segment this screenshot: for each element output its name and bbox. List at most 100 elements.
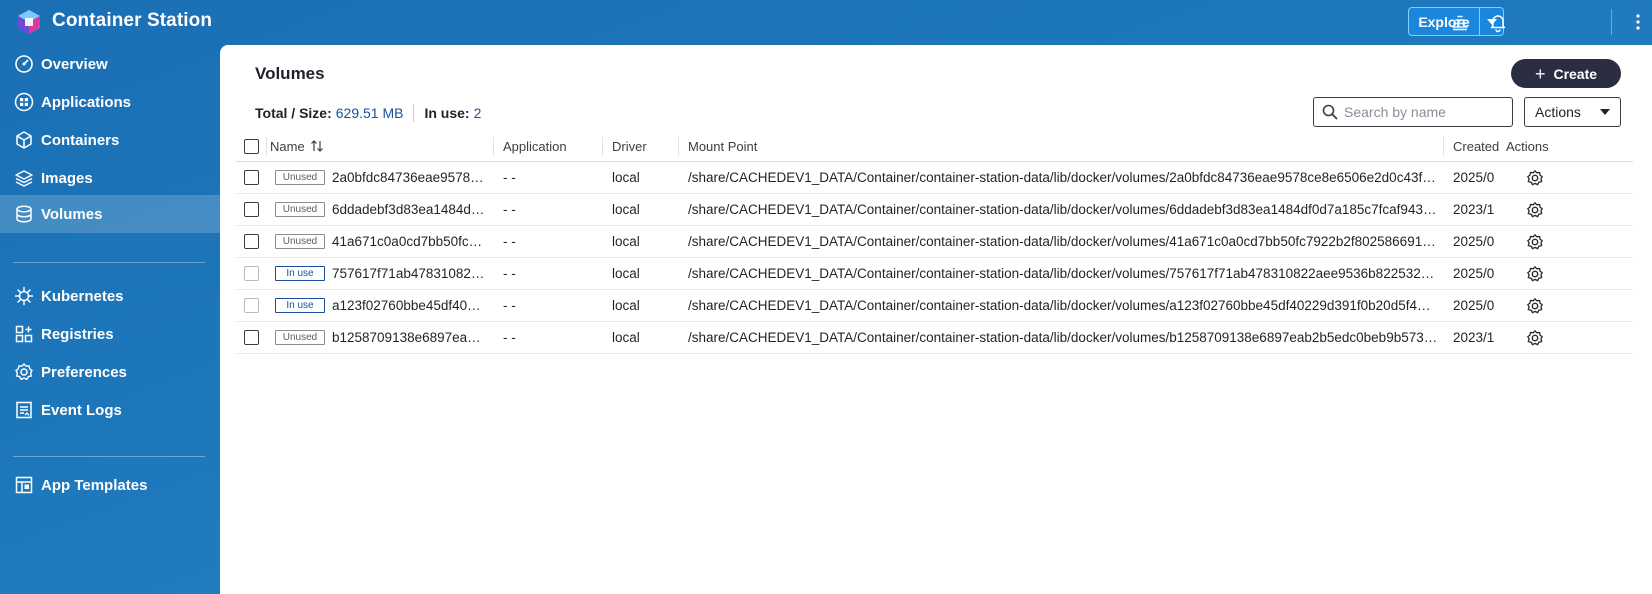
applications-icon <box>14 92 34 112</box>
row-checkbox[interactable] <box>243 234 259 249</box>
volume-name[interactable]: b1258709138e6897eab… <box>332 330 487 345</box>
search-input[interactable] <box>1344 104 1504 120</box>
row-checkbox[interactable] <box>243 298 259 313</box>
create-button[interactable]: + Create <box>1511 59 1621 88</box>
created-cell: 2023/1 <box>1453 330 1495 345</box>
application-cell: - - <box>503 170 516 185</box>
status-badge: In use <box>275 298 325 313</box>
sidebar-item-label: Kubernetes <box>41 287 124 305</box>
driver-cell: local <box>612 266 640 281</box>
volume-name[interactable]: 2a0bfdc84736eae9578… <box>332 170 484 185</box>
sidebar-item-label: Images <box>41 169 93 187</box>
created-cell: 2023/1 <box>1453 202 1495 217</box>
table-row[interactable]: Unused 2a0bfdc84736eae9578… - - local /s… <box>236 162 1633 194</box>
sidebar-item-applications[interactable]: Applications <box>0 83 220 121</box>
sidebar-item-label: Overview <box>41 55 108 73</box>
helm-icon <box>14 286 34 306</box>
sort-icon[interactable] <box>310 140 324 152</box>
application-cell: - - <box>503 202 516 217</box>
in-use-value: 2 <box>473 105 482 121</box>
sidebar-item-overview[interactable]: Overview <box>0 45 220 83</box>
application-cell: - - <box>503 234 516 249</box>
mount-point-cell: /share/CACHEDEV1_DATA/Container/containe… <box>688 298 1431 313</box>
database-icon <box>14 204 34 224</box>
created-cell: 2025/0 <box>1453 170 1495 185</box>
driver-cell: local <box>612 234 640 249</box>
sidebar: Overview Applications Containers Images … <box>0 44 220 594</box>
driver-cell: local <box>612 170 640 185</box>
search-box[interactable] <box>1313 97 1513 127</box>
app-title: Container Station <box>52 10 213 31</box>
cube-icon <box>14 130 34 150</box>
status-badge: Unused <box>275 202 325 217</box>
sidebar-item-images[interactable]: Images <box>0 159 220 197</box>
sidebar-item-preferences[interactable]: Preferences <box>0 353 220 391</box>
driver-cell: local <box>612 330 640 345</box>
table-row[interactable]: Unused 41a671c0a0cd7bb50fc… - - local /s… <box>236 226 1633 258</box>
table-header: Name Application Driver Mount Point Crea… <box>236 131 1633 162</box>
sidebar-item-label: Event Logs <box>41 401 122 419</box>
table-row[interactable]: In use a123f02760bbe45df402… - - local /… <box>236 290 1633 322</box>
more-options-icon[interactable] <box>1627 11 1649 33</box>
total-size-value: 629.51 MB <box>335 105 404 121</box>
in-use-label: In use: <box>424 105 470 121</box>
total-size-label: Total / Size: <box>255 105 332 121</box>
container-station-logo <box>18 10 40 34</box>
sidebar-item-label: Applications <box>41 93 132 111</box>
table-row[interactable]: Unused b1258709138e6897eab… - - local /s… <box>236 322 1633 354</box>
volume-name[interactable]: 757617f71ab47831082… <box>332 266 484 281</box>
table-row[interactable]: Unused 6ddadebf3d83ea1484df… - - local /… <box>236 194 1633 226</box>
sidebar-item-app-templates[interactable]: App Templates <box>0 466 220 504</box>
column-header-application[interactable]: Application <box>503 131 603 161</box>
column-header-created[interactable]: Created <box>1453 131 1501 161</box>
actions-dropdown[interactable]: Actions <box>1524 97 1621 127</box>
status-badge: Unused <box>275 170 325 185</box>
application-cell: - - <box>503 330 516 345</box>
log-icon <box>14 400 34 420</box>
status-badge: Unused <box>275 330 325 345</box>
status-badge: Unused <box>275 234 325 249</box>
top-bar: Container Station Explore <box>0 0 1652 44</box>
mount-point-cell: /share/CACHEDEV1_DATA/Container/containe… <box>688 266 1435 281</box>
volume-name[interactable]: 6ddadebf3d83ea1484df… <box>332 202 487 217</box>
sidebar-item-label: App Templates <box>41 476 148 494</box>
column-header-name[interactable]: Name <box>270 131 390 161</box>
background-tasks-icon[interactable] <box>1449 11 1471 33</box>
layers-icon <box>14 168 34 188</box>
table-row[interactable]: In use 757617f71ab47831082… - - local /s… <box>236 258 1633 290</box>
column-header-mount-point[interactable]: Mount Point <box>688 131 888 161</box>
sidebar-item-registries[interactable]: Registries <box>0 315 220 353</box>
row-checkbox[interactable] <box>243 266 259 281</box>
sidebar-item-label: Volumes <box>41 205 103 223</box>
gear-icon[interactable] <box>1526 169 1544 187</box>
bell-icon[interactable] <box>1487 11 1509 33</box>
template-icon <box>14 475 34 495</box>
sidebar-item-containers[interactable]: Containers <box>0 121 220 159</box>
search-icon <box>1322 104 1338 120</box>
sidebar-item-kubernetes[interactable]: Kubernetes <box>0 277 220 315</box>
chevron-down-icon <box>1600 109 1610 115</box>
gear-icon[interactable] <box>1526 329 1544 347</box>
volume-name[interactable]: a123f02760bbe45df402… <box>332 298 487 313</box>
actions-dropdown-label: Actions <box>1535 104 1581 120</box>
sidebar-item-event-logs[interactable]: Event Logs <box>0 391 220 429</box>
sidebar-item-label: Containers <box>41 131 120 149</box>
gear-icon[interactable] <box>1526 265 1544 283</box>
mount-point-cell: /share/CACHEDEV1_DATA/Container/containe… <box>688 170 1436 185</box>
mount-point-cell: /share/CACHEDEV1_DATA/Container/containe… <box>688 202 1437 217</box>
volume-name[interactable]: 41a671c0a0cd7bb50fc… <box>332 234 482 249</box>
gear-icon[interactable] <box>1526 233 1544 251</box>
select-all-checkbox[interactable] <box>243 138 259 154</box>
created-cell: 2025/0 <box>1453 266 1495 281</box>
row-checkbox[interactable] <box>243 170 259 185</box>
registry-icon <box>14 324 34 344</box>
gear-icon[interactable] <box>1526 201 1544 219</box>
column-header-driver[interactable]: Driver <box>612 131 682 161</box>
created-cell: 2025/0 <box>1453 234 1495 249</box>
row-checkbox[interactable] <box>243 202 259 217</box>
driver-cell: local <box>612 202 640 217</box>
row-checkbox[interactable] <box>243 330 259 345</box>
sidebar-item-label: Preferences <box>41 363 127 381</box>
gear-icon[interactable] <box>1526 297 1544 315</box>
sidebar-item-volumes[interactable]: Volumes <box>0 195 220 233</box>
